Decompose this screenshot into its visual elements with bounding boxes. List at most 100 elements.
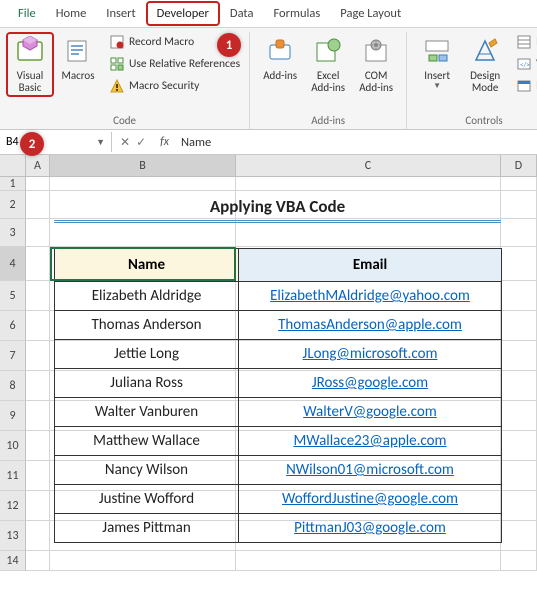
macros-label: Macros <box>61 70 94 82</box>
data-table: Name Email Elizabeth AldridgeElizabethMA… <box>54 248 502 543</box>
visual-basic-button[interactable]: Visual Basic <box>6 32 54 97</box>
menu-tabs: File Home Insert Developer Data Formulas… <box>0 0 537 28</box>
table-header-row: Name Email <box>55 249 502 282</box>
callout-1: 1 <box>217 33 241 57</box>
sheet-title: Applying VBA Code <box>54 196 501 223</box>
cancel-formula-icon[interactable]: ✕ <box>120 135 130 150</box>
row-header[interactable]: 3 <box>0 219 26 247</box>
fx-icon[interactable]: fx <box>154 135 175 149</box>
row-header[interactable]: 5 <box>0 281 26 311</box>
macros-button[interactable]: Macros <box>54 32 102 85</box>
table-row[interactable]: Matthew WallaceMWallace23@apple.com <box>55 427 502 456</box>
row-header[interactable]: 1 <box>0 177 26 191</box>
table-row[interactable]: Elizabeth AldridgeElizabethMAldridge@yah… <box>55 282 502 311</box>
select-all-corner[interactable] <box>0 155 26 177</box>
col-header-C[interactable]: C <box>236 155 501 177</box>
addins-group-label: Add-ins <box>256 112 400 127</box>
svg-text:</>: </> <box>520 60 530 69</box>
design-mode-icon <box>469 35 501 67</box>
controls-group-label: Controls <box>413 112 537 127</box>
row-header[interactable]: 4 <box>0 247 26 281</box>
formula-bar: B4 ▼ ✕ ✓ fx Name <box>0 130 537 155</box>
design-mode-button[interactable]: Design Mode <box>461 32 509 97</box>
excel-addins-icon <box>312 35 344 67</box>
properties-icon <box>516 34 532 50</box>
row-header[interactable]: 11 <box>0 461 26 491</box>
tab-page-layout[interactable]: Page Layout <box>330 1 411 26</box>
tab-data[interactable]: Data <box>220 1 264 26</box>
visual-basic-icon <box>14 35 46 67</box>
email-link[interactable]: NWilson01@microsoft.com <box>286 461 454 479</box>
email-link[interactable]: MWallace23@apple.com <box>293 432 446 450</box>
tab-developer[interactable]: Developer <box>146 1 220 26</box>
tab-home[interactable]: Home <box>46 1 97 26</box>
addins-button[interactable]: Add-ins <box>256 32 304 85</box>
email-link[interactable]: ThomasAnderson@apple.com <box>278 316 462 334</box>
table-row[interactable]: Justine WoffordWoffordJustine@google.com <box>55 485 502 514</box>
email-link[interactable]: WoffordJustine@google.com <box>282 490 458 508</box>
ribbon-group-controls: Insert ▼ Design Mode Pro </> Vie Ru <box>407 32 537 129</box>
row-headers: 1 2 3 4 5 6 7 8 9 10 11 12 13 14 <box>0 177 26 571</box>
visual-basic-label: Visual Basic <box>8 70 52 94</box>
ribbon-group-code: Visual Basic Macros Record Macro Use Rel… <box>0 32 250 129</box>
table-row[interactable]: Thomas AndersonThomasAnderson@apple.com <box>55 311 502 340</box>
view-code-button[interactable]: </> Vie <box>513 54 537 74</box>
macro-security-icon <box>109 78 125 94</box>
com-addins-button[interactable]: COM Add-ins <box>352 32 400 97</box>
table-row[interactable]: James PittmanPittmanJ03@google.com <box>55 514 502 543</box>
email-link[interactable]: PittmanJ03@google.com <box>294 519 446 537</box>
insert-control-button[interactable]: Insert ▼ <box>413 32 461 94</box>
insert-control-icon <box>421 35 453 67</box>
tab-formulas[interactable]: Formulas <box>263 1 330 26</box>
ribbon: Visual Basic Macros Record Macro Use Rel… <box>0 28 537 130</box>
col-header-D[interactable]: D <box>501 155 537 177</box>
formula-buttons: ✕ ✓ <box>112 135 154 150</box>
row-header[interactable]: 2 <box>0 191 26 219</box>
excel-addins-button[interactable]: Excel Add-ins <box>304 32 352 97</box>
macro-security-button[interactable]: Macro Security <box>106 76 243 96</box>
table-row[interactable]: Nancy WilsonNWilson01@microsoft.com <box>55 456 502 485</box>
tab-file[interactable]: File <box>8 1 46 26</box>
cells-area[interactable]: Applying VBA Code Name Email Elizabeth A… <box>26 177 537 571</box>
row-header[interactable]: 14 <box>0 551 26 571</box>
relative-refs-icon <box>109 56 125 72</box>
enter-formula-icon[interactable]: ✓ <box>136 135 146 150</box>
row-header[interactable]: 9 <box>0 401 26 431</box>
properties-button[interactable]: Pro <box>513 32 537 52</box>
email-link[interactable]: JRoss@google.com <box>312 374 428 392</box>
run-dialog-button[interactable]: Ru <box>513 76 537 96</box>
email-link[interactable]: WalterV@google.com <box>303 403 437 421</box>
code-group-label: Code <box>6 112 243 127</box>
row-header[interactable]: 10 <box>0 431 26 461</box>
view-code-icon: </> <box>516 56 532 72</box>
chevron-down-icon[interactable]: ▼ <box>96 137 105 148</box>
row-header[interactable]: 8 <box>0 371 26 401</box>
com-addins-icon <box>360 35 392 67</box>
chevron-down-icon: ▼ <box>433 82 441 91</box>
col-header-A[interactable]: A <box>26 155 50 177</box>
row-header[interactable]: 6 <box>0 311 26 341</box>
addins-icon <box>264 35 296 67</box>
table-row[interactable]: Juliana RossJRoss@google.com <box>55 369 502 398</box>
use-relative-references-button[interactable]: Use Relative References <box>106 54 243 74</box>
run-dialog-icon <box>516 78 532 94</box>
table-row[interactable]: Walter VanburenWalterV@google.com <box>55 398 502 427</box>
email-link[interactable]: ElizabethMAldridge@yahoo.com <box>270 287 470 305</box>
grid-body: 1 2 3 4 5 6 7 8 9 10 11 12 13 14 Applyin… <box>0 177 537 571</box>
macros-icon <box>62 35 94 67</box>
column-headers-row: A B C D <box>0 155 537 177</box>
ribbon-group-addins: Add-ins Excel Add-ins COM Add-ins Add-in… <box>250 32 407 129</box>
email-link[interactable]: JLong@microsoft.com <box>303 345 438 363</box>
row-header[interactable]: 12 <box>0 491 26 521</box>
formula-input[interactable]: Name <box>175 132 537 153</box>
table-row[interactable]: Jettie LongJLong@microsoft.com <box>55 340 502 369</box>
header-name[interactable]: Name <box>55 249 239 282</box>
header-email[interactable]: Email <box>239 249 502 282</box>
tab-insert[interactable]: Insert <box>96 1 145 26</box>
callout-2: 2 <box>20 132 44 156</box>
record-macro-icon <box>109 34 125 50</box>
row-header[interactable]: 13 <box>0 521 26 551</box>
name-box[interactable]: B4 ▼ <box>0 132 112 152</box>
col-header-B[interactable]: B <box>50 155 236 177</box>
row-header[interactable]: 7 <box>0 341 26 371</box>
